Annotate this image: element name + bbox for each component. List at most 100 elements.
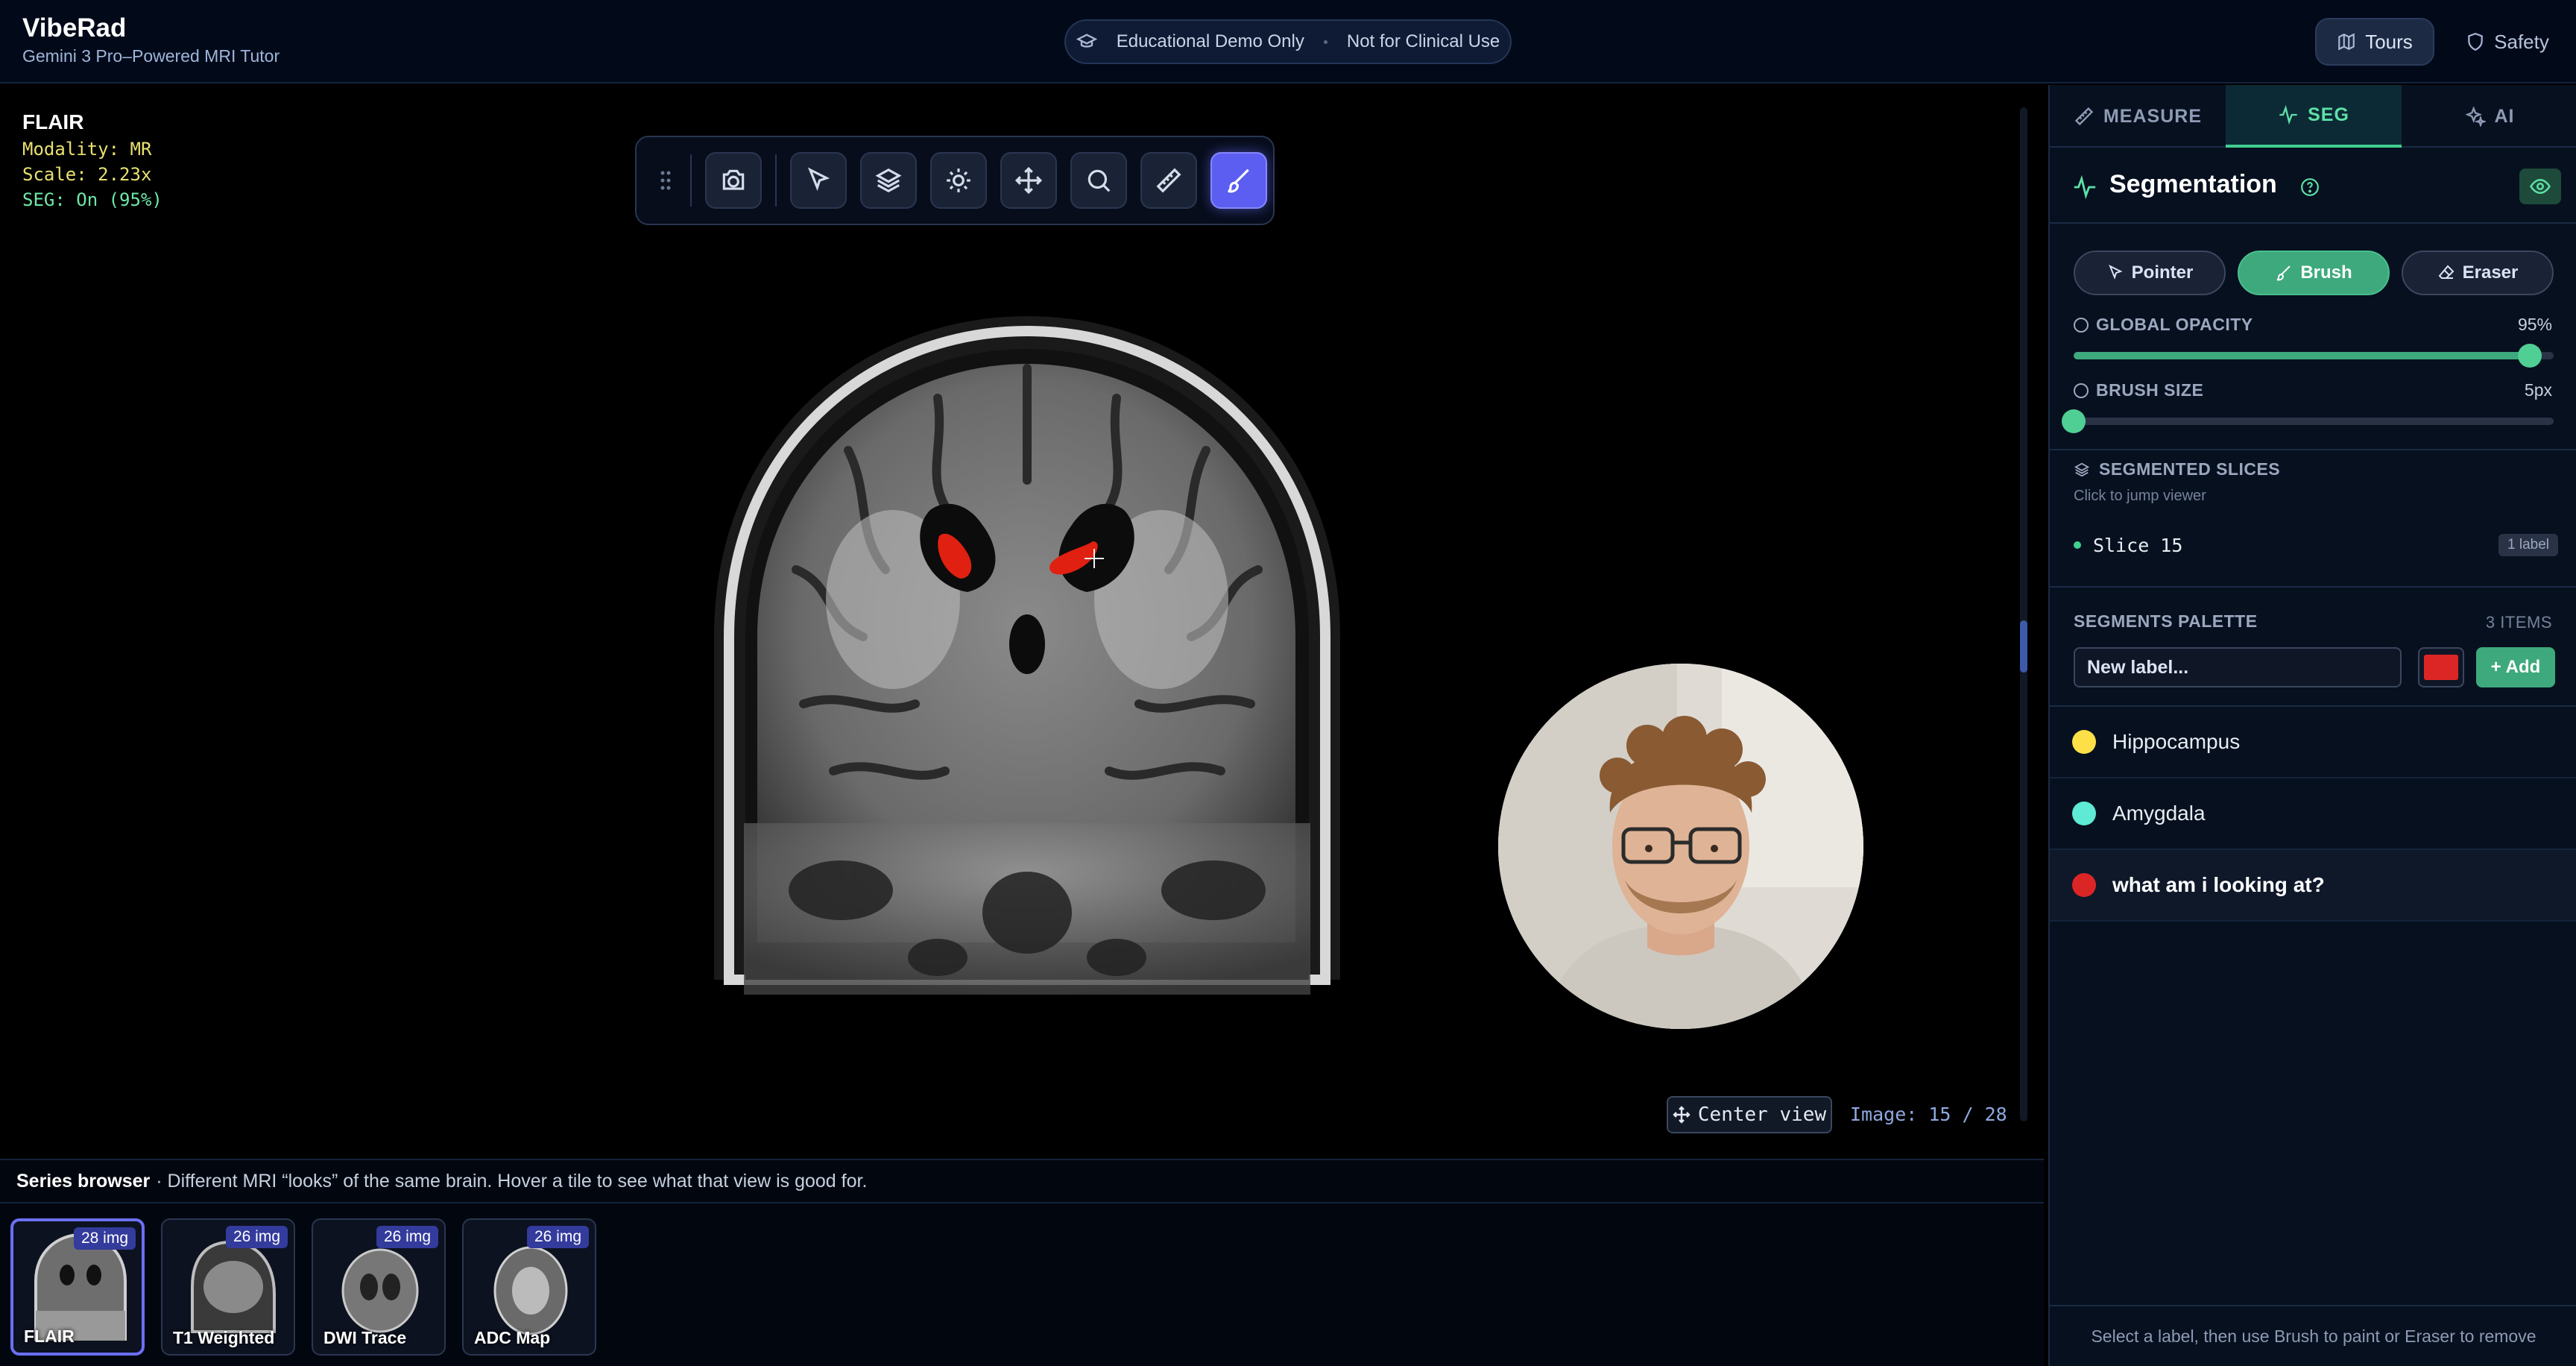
selected-color-swatch xyxy=(2424,655,2458,680)
circle-icon xyxy=(2074,383,2089,398)
app-title: VibeRad xyxy=(22,13,127,43)
label-color-picker[interactable] xyxy=(2418,647,2464,687)
series-tile-label: FLAIR xyxy=(24,1326,75,1346)
brush-size-label-text: BRUSH SIZE xyxy=(2096,380,2204,400)
viewer-toolbar xyxy=(635,136,1275,225)
safety-button[interactable]: Safety xyxy=(2455,18,2560,66)
eraser-icon xyxy=(2438,265,2455,279)
add-label-button[interactable]: + Add xyxy=(2476,647,2555,687)
series-browser-title: Series browser xyxy=(16,1170,151,1192)
app-subtitle: Gemini 3 Pro–Powered MRI Tutor xyxy=(22,46,280,66)
series-tile-dwi-trace[interactable]: 26 img DWI Trace xyxy=(312,1218,446,1356)
series-tile-t1-weighted[interactable]: 26 img T1 Weighted xyxy=(161,1218,295,1356)
segment-name: what am i looking at? xyxy=(2112,873,2325,896)
panel-footer-hint: Select a label, then use Brush to paint … xyxy=(2050,1305,2576,1366)
series-image-count-badge: 26 img xyxy=(376,1226,438,1248)
tab-label: SEG xyxy=(2308,104,2349,125)
activity-icon xyxy=(2279,104,2297,125)
series-tile-label: ADC Map xyxy=(474,1328,551,1347)
opacity-slider-thumb[interactable] xyxy=(2517,344,2542,368)
segment-name: Amygdala xyxy=(2112,802,2206,825)
graduation-cap-icon xyxy=(1076,34,1097,48)
disclaimer-label: Not for Clinical Use xyxy=(1346,31,1500,51)
brush-tool-button[interactable] xyxy=(1210,152,1267,209)
segment-item-hippocampus[interactable]: Hippocampus xyxy=(2050,707,2576,778)
pan-tool-button[interactable] xyxy=(1000,152,1057,209)
segment-item-amygdala[interactable]: Amygdala xyxy=(2050,778,2576,850)
pointer-icon xyxy=(807,167,830,192)
layers-icon xyxy=(2074,462,2090,476)
image-viewer[interactable]: FLAIR Modality: MR Scale: 2.23x SEG: On … xyxy=(0,85,2035,1159)
tab-measure[interactable]: MEASURE xyxy=(2050,85,2226,148)
layers-icon xyxy=(875,168,902,193)
opacity-slider-fill xyxy=(2074,352,2530,359)
tours-label: Tours xyxy=(2365,30,2413,53)
shield-icon xyxy=(2468,33,2483,51)
slice-name: Slice 15 xyxy=(2093,534,2183,556)
section-divider xyxy=(2050,586,2576,588)
tab-ai[interactable]: AI xyxy=(2402,85,2576,148)
image-counter: Image: 15 / 28 xyxy=(1850,1104,2007,1125)
layers-tool-button[interactable] xyxy=(860,152,917,209)
panel-tabs: MEASURE SEG AI xyxy=(2050,85,2576,148)
series-name: FLAIR xyxy=(22,110,84,133)
series-browser-header: Series browser · Different MRI “looks” o… xyxy=(0,1160,2044,1203)
segment-color-dot xyxy=(2072,873,2096,897)
segmentation-header: Segmentation xyxy=(2050,148,2576,224)
series-tile-label: T1 Weighted xyxy=(173,1328,275,1347)
tours-button[interactable]: Tours xyxy=(2315,18,2434,66)
tab-seg[interactable]: SEG xyxy=(2226,85,2402,148)
slice-list-item[interactable]: Slice 15 1 label xyxy=(2071,525,2558,565)
move-icon xyxy=(1673,1106,1690,1124)
new-label-input[interactable] xyxy=(2074,647,2402,687)
pointer-tool-button[interactable] xyxy=(790,152,847,209)
opacity-slider[interactable] xyxy=(2074,344,2554,368)
ruler-icon xyxy=(2074,107,2094,126)
series-browser: Series browser · Different MRI “looks” o… xyxy=(0,1159,2044,1366)
brush-size-slider-thumb[interactable] xyxy=(2062,409,2086,433)
help-icon[interactable] xyxy=(2300,177,2320,197)
toolbar-divider xyxy=(775,154,777,207)
ruler-tool-button[interactable] xyxy=(1140,152,1197,209)
segment-item-custom-label[interactable]: what am i looking at? xyxy=(2050,850,2576,922)
brightness-tool-button[interactable] xyxy=(930,152,987,209)
add-label-text: Add xyxy=(2505,657,2541,677)
section-divider xyxy=(2050,449,2576,450)
opacity-slider-label: GLOBAL OPACITY xyxy=(2074,315,2253,335)
drag-handle-icon[interactable] xyxy=(654,158,677,203)
safety-label: Safety xyxy=(2494,30,2549,53)
screenshot-button[interactable] xyxy=(705,152,762,209)
seg-status-text: SEG: On (95%) xyxy=(22,189,162,210)
brush-icon xyxy=(2277,265,2291,281)
slice-scrollbar-thumb[interactable] xyxy=(2020,620,2027,673)
segment-color-dot xyxy=(2072,730,2096,754)
brush-size-slider[interactable] xyxy=(2062,409,2554,433)
eraser-mode-label: Eraser xyxy=(2462,262,2519,283)
series-tile-adc-map[interactable]: 26 img ADC Map xyxy=(462,1218,596,1356)
segmentation-panel: MEASURE SEG AI Segmentation Pointer Brus… xyxy=(2048,85,2576,1366)
center-view-label: Center view xyxy=(1697,1104,1827,1126)
brush-mode-button[interactable]: Brush xyxy=(2238,251,2390,295)
zoom-tool-button[interactable] xyxy=(1070,152,1127,209)
center-view-button[interactable]: Center view xyxy=(1667,1096,1832,1133)
series-tile-flair[interactable]: 28 img FLAIR xyxy=(10,1218,145,1356)
segmentation-title: Segmentation xyxy=(2109,170,2277,198)
series-image-count-badge: 26 img xyxy=(225,1226,288,1248)
brush-size-slider-label: BRUSH SIZE xyxy=(2074,380,2203,400)
segments-palette-title: SEGMENTS PALETTE xyxy=(2074,611,2258,631)
demo-notice-badge: Educational Demo Only Not for Clinical U… xyxy=(1064,19,1512,64)
slice-scrollbar[interactable] xyxy=(2020,107,2027,1121)
camera-icon xyxy=(722,169,745,190)
scale-text: Scale: 2.23x xyxy=(22,164,152,185)
pointer-mode-button[interactable]: Pointer xyxy=(2074,251,2226,295)
circle-icon xyxy=(2074,317,2089,333)
brush-icon xyxy=(1228,169,1249,193)
eraser-mode-button[interactable]: Eraser xyxy=(2402,251,2554,295)
pointer-mode-label: Pointer xyxy=(2131,262,2194,283)
segmented-slices-title: SEGMENTED SLICES xyxy=(2074,459,2280,479)
segments-palette-count: 3 ITEMS xyxy=(2485,613,2552,632)
mri-coronal-slice-image[interactable] xyxy=(699,286,1352,1002)
viewer-overlay-info: FLAIR Modality: MR Scale: 2.23x SEG: On … xyxy=(22,110,162,210)
toggle-visibility-button[interactable] xyxy=(2519,169,2561,204)
series-browser-description: · Different MRI “looks” of the same brai… xyxy=(156,1170,868,1192)
